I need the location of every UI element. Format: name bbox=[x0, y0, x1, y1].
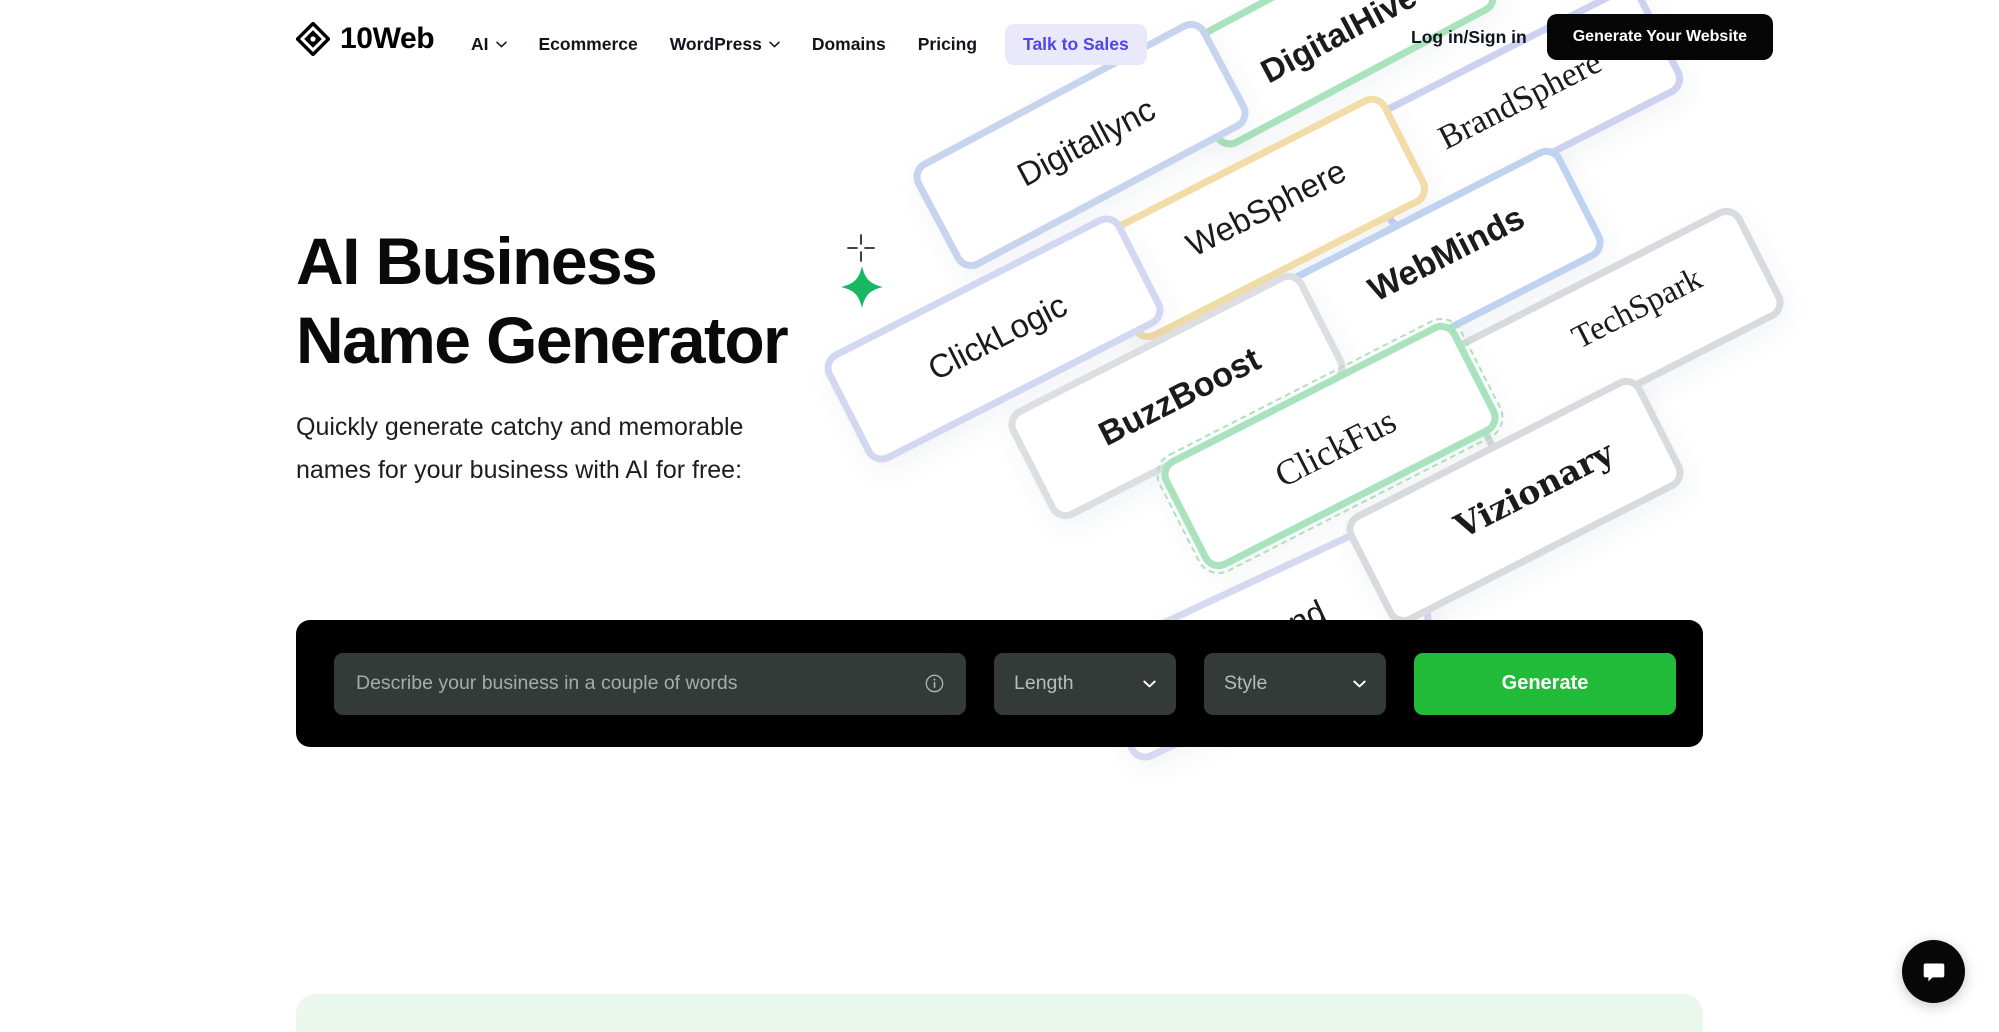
page-root: 10Web AI Ecommerce WordPress Domains Pri… bbox=[0, 0, 1999, 1032]
name-card-label: ClickLogic bbox=[921, 286, 1073, 388]
name-card: ClickFus bbox=[1149, 306, 1511, 586]
style-dropdown-label: Style bbox=[1224, 672, 1268, 694]
page-title: AI Business Name Generator bbox=[296, 224, 789, 377]
main-navbar: 10Web AI Ecommerce WordPress Domains Pri… bbox=[0, 0, 1999, 92]
name-card-label: Vizionary bbox=[1447, 432, 1620, 546]
generate-button[interactable]: Generate bbox=[1414, 652, 1676, 715]
nav-item-talk-to-sales[interactable]: Talk to Sales bbox=[1005, 24, 1147, 65]
style-dropdown[interactable]: Style bbox=[1204, 652, 1386, 715]
nav-item-label: Domains bbox=[811, 34, 886, 54]
name-card: WebMinds bbox=[1260, 141, 1610, 401]
nav-right-actions: Log in/Sign in Generate Your Website bbox=[1411, 14, 1773, 60]
10web-diamond-logo-icon bbox=[296, 22, 330, 56]
name-card: Vizionary bbox=[1340, 371, 1690, 631]
brand-logo-link[interactable]: 10Web bbox=[296, 22, 435, 56]
name-card: WebSphere bbox=[1085, 89, 1435, 347]
chevron-down-icon bbox=[769, 41, 780, 48]
below-fold-green-section bbox=[296, 994, 1703, 1032]
describe-business-field[interactable] bbox=[334, 652, 966, 715]
chat-widget-button[interactable] bbox=[1902, 940, 1965, 1003]
hero-copy: AI Business Name Generator Quickly gener… bbox=[296, 222, 936, 492]
login-signin-link[interactable]: Log in/Sign in bbox=[1411, 27, 1527, 48]
nav-item-label: Ecommerce bbox=[538, 34, 638, 54]
name-card-label: WebMinds bbox=[1362, 198, 1531, 309]
name-card-label: Digitallync bbox=[1010, 90, 1162, 194]
brand-name: 10Web bbox=[340, 22, 435, 55]
name-card: TechSpark bbox=[1440, 201, 1790, 461]
name-card-label: TechSpark bbox=[1566, 260, 1708, 356]
nav-item-wordpress[interactable]: WordPress bbox=[654, 25, 796, 64]
chevron-down-icon bbox=[495, 41, 507, 48]
length-dropdown-label: Length bbox=[1014, 672, 1074, 694]
floating-name-cards-illustration: DigitalHive BrandSphere Digitallync WebSphe… bbox=[818, 0, 1999, 900]
name-card-label: BuzzBoost bbox=[1092, 339, 1267, 454]
nav-item-label: AI bbox=[471, 34, 489, 54]
nav-item-pricing[interactable]: Pricing bbox=[902, 25, 993, 64]
nav-item-domains[interactable]: Domains bbox=[796, 25, 902, 64]
length-dropdown[interactable]: Length bbox=[994, 652, 1176, 715]
nav-item-label: Talk to Sales bbox=[1023, 34, 1129, 54]
nav-item-label: Pricing bbox=[917, 34, 978, 54]
chat-bubble-icon bbox=[1923, 963, 1944, 981]
name-card-label: WebSphere bbox=[1180, 151, 1352, 264]
generate-your-website-button[interactable]: Generate Your Website bbox=[1546, 14, 1773, 60]
search-input[interactable] bbox=[356, 652, 915, 715]
hero-subtitle: Quickly generate catchy and memorable na… bbox=[296, 413, 744, 484]
name-card-label: ClickFus bbox=[1268, 400, 1403, 496]
nav-links: AI Ecommerce WordPress Domains Pricing T… bbox=[455, 24, 1147, 65]
nav-item-ai[interactable]: AI bbox=[455, 25, 523, 64]
info-circle-icon[interactable] bbox=[925, 674, 944, 693]
nav-item-label: WordPress bbox=[669, 34, 762, 54]
name-generator-form: Length Style Generate bbox=[296, 620, 1703, 747]
name-card: BuzzBoost bbox=[1002, 266, 1352, 526]
chevron-down-icon bbox=[1143, 680, 1156, 687]
nav-item-ecommerce[interactable]: Ecommerce bbox=[523, 25, 654, 64]
chevron-down-icon bbox=[1353, 680, 1366, 687]
